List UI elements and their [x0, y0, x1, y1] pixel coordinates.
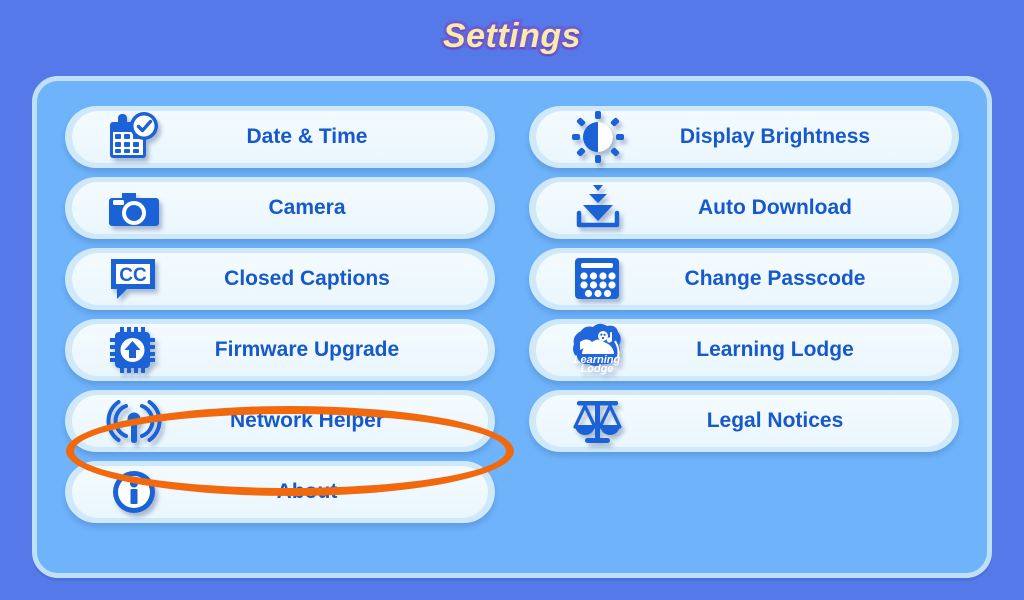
- download-tray-icon: [559, 177, 637, 239]
- settings-item-about[interactable]: About: [65, 461, 495, 523]
- settings-item-network-helper[interactable]: Network Helper: [65, 390, 495, 452]
- settings-item-display-brightness[interactable]: Display Brightness: [529, 106, 959, 168]
- settings-item-camera[interactable]: Camera: [65, 177, 495, 239]
- settings-item-label: Auto Download: [698, 196, 852, 219]
- settings-column-right: Display Brightness Auto Download Change …: [529, 97, 959, 452]
- keypad-icon: [559, 248, 637, 310]
- settings-item-auto-download[interactable]: Auto Download: [529, 177, 959, 239]
- settings-item-label: Date & Time: [246, 125, 368, 148]
- closed-captions-icon: CC: [95, 248, 173, 310]
- settings-item-label: Learning Lodge: [696, 338, 854, 361]
- settings-item-label: Closed Captions: [224, 267, 390, 290]
- info-circle-icon: [95, 461, 173, 523]
- settings-item-label: Camera: [268, 196, 346, 219]
- camera-icon: [95, 177, 173, 239]
- settings-item-closed-captions[interactable]: CC Closed Captions: [65, 248, 495, 310]
- settings-item-label: Legal Notices: [706, 409, 844, 432]
- settings-column-left: Date & Time Camera CC Closed Captions Fi…: [65, 97, 495, 523]
- learning-lodge-line2: Lodge: [581, 363, 614, 375]
- settings-item-legal-notices[interactable]: Legal Notices: [529, 390, 959, 452]
- wireless-signal-icon: [95, 390, 173, 452]
- settings-item-firmware-upgrade[interactable]: Firmware Upgrade: [65, 319, 495, 381]
- learning-lodge-badge-icon: Learning Lodge: [559, 319, 637, 381]
- chip-upgrade-icon: [95, 319, 173, 381]
- settings-grid: Date & Time Camera CC Closed Captions Fi…: [37, 81, 987, 573]
- closed-captions-icon-text: CC: [119, 265, 147, 286]
- page-title: Settings: [440, 14, 584, 58]
- title-bar: Settings: [0, 0, 1024, 72]
- balance-scale-icon: [559, 390, 637, 452]
- settings-item-change-passcode[interactable]: Change Passcode: [529, 248, 959, 310]
- settings-item-date-time[interactable]: Date & Time: [65, 106, 495, 168]
- settings-item-label: Change Passcode: [684, 267, 866, 290]
- settings-item-learning-lodge[interactable]: Learning Lodge Learning Lodge: [529, 319, 959, 381]
- calendar-clock-icon: [95, 106, 173, 168]
- settings-panel: Date & Time Camera CC Closed Captions Fi…: [32, 76, 992, 578]
- settings-item-label: Display Brightness: [679, 125, 871, 148]
- settings-item-label: About: [276, 480, 338, 503]
- brightness-icon: [559, 106, 637, 168]
- settings-item-label: Network Helper: [229, 409, 385, 432]
- settings-item-label: Firmware Upgrade: [214, 338, 400, 361]
